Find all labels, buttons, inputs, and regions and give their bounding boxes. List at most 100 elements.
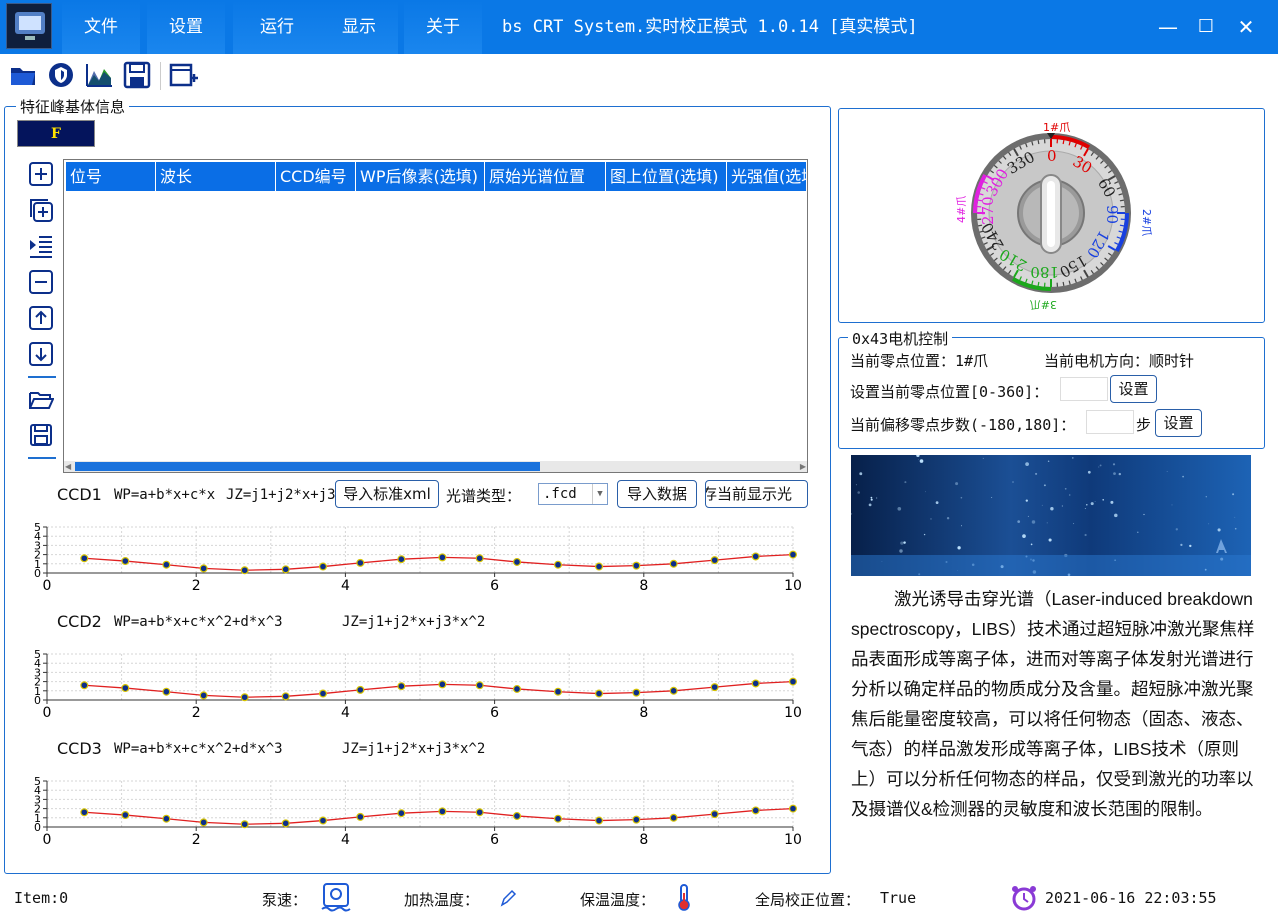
banner-star xyxy=(982,457,984,459)
motor-control-title: 0x43电机控制 xyxy=(848,328,953,349)
banner-star xyxy=(1048,538,1052,542)
data-point xyxy=(512,684,521,693)
peak-table[interactable]: 位号 波长 CCD编号 WP后像素(选填) 原始光谱位置 图上位置(选填) 光强… xyxy=(63,159,808,473)
dial-label-270: 270 xyxy=(979,196,997,225)
banner-star xyxy=(899,549,903,553)
data-point xyxy=(319,689,328,698)
import-data-button[interactable]: 导入数据 xyxy=(617,480,697,508)
x-tick-label: 2 xyxy=(192,832,201,845)
motor-direction-text: 当前电机方向：顺时针 xyxy=(1044,352,1195,370)
data-point xyxy=(438,553,447,562)
data-point xyxy=(281,565,290,574)
table-hscroll-thumb[interactable] xyxy=(75,462,540,471)
ccd1-chart: 0123450 2 4 6 8 10 xyxy=(34,521,802,591)
ccd1-label: CCD1 xyxy=(57,485,102,504)
move-up-icon[interactable] xyxy=(28,305,54,331)
minimize-button[interactable]: — xyxy=(1153,12,1183,42)
scroll-left-icon[interactable]: ◀ xyxy=(65,462,71,471)
x-tick-label: 6 xyxy=(490,832,499,845)
y-tick-label: 5 xyxy=(34,775,41,788)
save-icon[interactable] xyxy=(122,60,152,90)
menu-about[interactable]: 关于 xyxy=(404,0,482,54)
data-point xyxy=(554,560,563,569)
side-divider xyxy=(28,376,56,378)
data-point xyxy=(669,559,678,568)
col-plot-position[interactable]: 图上位置(选填) xyxy=(606,162,727,191)
banner-star xyxy=(1073,523,1075,525)
banner-star xyxy=(1102,499,1104,501)
x-tick-label: 8 xyxy=(639,705,648,718)
step-unit: 步 xyxy=(1136,416,1152,434)
set-offset-button[interactable]: 设置 xyxy=(1155,409,1202,437)
add-window-icon[interactable] xyxy=(168,60,198,90)
data-point xyxy=(319,562,328,571)
col-ccd[interactable]: CCD编号 xyxy=(276,162,356,191)
scroll-right-icon[interactable]: ▶ xyxy=(800,462,806,471)
copy-row-icon[interactable] xyxy=(28,197,54,223)
set-zero-label: 设置当前零点位置[0-360]： xyxy=(850,383,1049,401)
data-point xyxy=(281,692,290,701)
data-point xyxy=(595,816,604,825)
col-intensity[interactable]: 光强值(选填 xyxy=(727,162,806,191)
data-point xyxy=(240,693,249,702)
banner-star xyxy=(1046,522,1048,524)
dial-label-180: 180 xyxy=(1030,263,1059,281)
save-file-icon[interactable] xyxy=(28,422,54,448)
menu-display[interactable]: 显示 xyxy=(320,0,398,54)
data-point xyxy=(669,813,678,822)
zero-position-input[interactable] xyxy=(1060,377,1108,401)
table-hscrollbar[interactable]: ◀ ▶ xyxy=(64,461,807,472)
offset-steps-input[interactable] xyxy=(1086,410,1134,434)
chevron-down-icon[interactable]: ▼ xyxy=(592,484,607,504)
data-point xyxy=(595,689,604,698)
col-position[interactable]: 位号 xyxy=(66,162,156,191)
add-row-icon[interactable] xyxy=(28,161,54,187)
data-point xyxy=(751,806,760,815)
insert-row-icon[interactable] xyxy=(28,233,54,259)
menu-settings[interactable]: 设置 xyxy=(147,0,225,54)
knob-dial[interactable]: 0 30 60 90 120 150 180 210 240 270 300 3… xyxy=(839,109,1264,322)
data-point xyxy=(632,815,641,824)
x-tick-label: 8 xyxy=(639,832,648,845)
open-folder-icon[interactable] xyxy=(8,60,38,90)
maximize-button[interactable]: ☐ xyxy=(1191,12,1221,42)
open-file-icon[interactable] xyxy=(28,386,54,412)
data-point xyxy=(595,562,604,571)
save-display-button[interactable]: 存当前显示光 xyxy=(705,480,808,508)
menu-file[interactable]: 文件 xyxy=(62,0,140,54)
set-zero-button[interactable]: 设置 xyxy=(1110,375,1157,403)
x-tick-label: 6 xyxy=(490,705,499,718)
data-point xyxy=(356,558,365,567)
dial-tick xyxy=(1037,281,1040,286)
banner-star xyxy=(1030,543,1033,546)
menu-run[interactable]: 运行 xyxy=(233,0,321,54)
data-point xyxy=(121,684,130,693)
spectrum-type-select[interactable]: .fcd ▼ xyxy=(538,483,608,505)
banner-star xyxy=(904,481,907,484)
col-wp-pixel[interactable]: WP后像素(选填) xyxy=(356,162,485,191)
col-raw-position[interactable]: 原始光谱位置 xyxy=(485,162,606,191)
data-point xyxy=(162,814,171,823)
area-chart-icon[interactable] xyxy=(84,60,114,90)
move-down-icon[interactable] xyxy=(28,341,54,367)
status-pump-label: 泵速： xyxy=(262,891,308,909)
banner-star xyxy=(1012,481,1014,483)
status-global-value: True xyxy=(880,889,917,907)
data-point xyxy=(710,556,719,565)
libs-banner-image xyxy=(851,455,1251,576)
import-xml-button[interactable]: 导入标准xml xyxy=(335,480,439,508)
data-point xyxy=(751,679,760,688)
data-point xyxy=(512,557,521,566)
shield-icon[interactable] xyxy=(46,60,76,90)
banner-star xyxy=(1234,527,1237,530)
close-button[interactable]: ✕ xyxy=(1231,12,1261,42)
data-point xyxy=(632,561,641,570)
claw1-label: 1#爪 xyxy=(1043,121,1070,134)
col-wavelength[interactable]: 波长 xyxy=(156,162,276,191)
banner-star xyxy=(870,498,873,501)
dial-tick xyxy=(1037,140,1040,145)
x-tick-label: 10 xyxy=(784,578,802,591)
banner-star xyxy=(1087,470,1091,474)
banner-star xyxy=(957,546,961,550)
remove-row-icon[interactable] xyxy=(28,269,54,295)
